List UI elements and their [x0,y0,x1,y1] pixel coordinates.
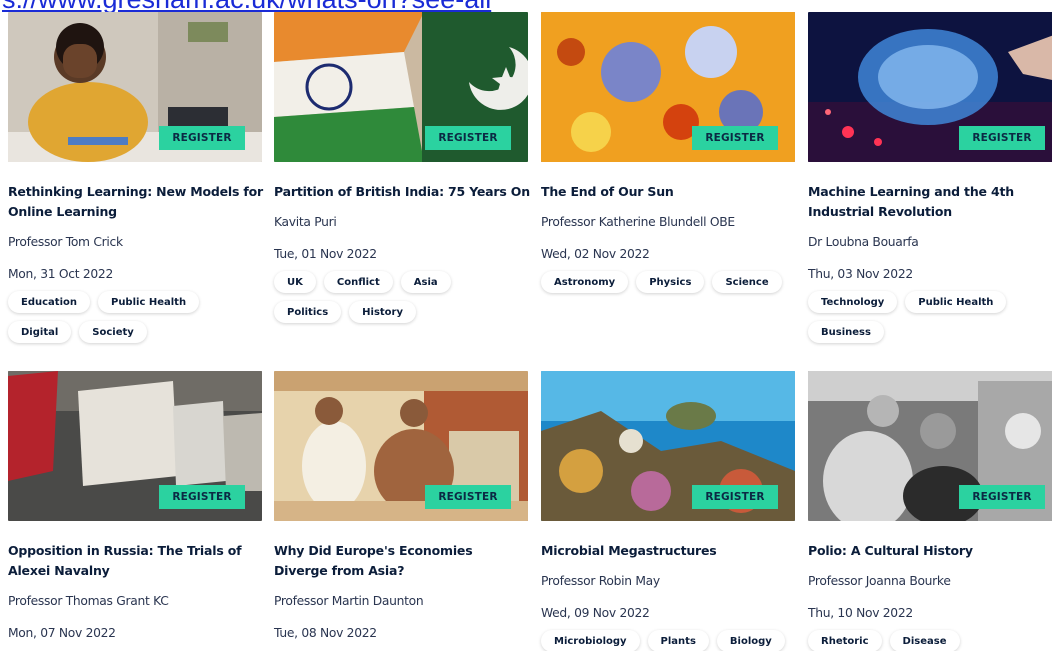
tag[interactable]: Plants [647,630,709,651]
tag[interactable]: Asia [400,271,451,293]
register-button[interactable]: REGISTER [959,485,1045,509]
tag[interactable]: Biology [716,630,785,651]
tag[interactable]: UK [274,271,316,293]
tag[interactable]: Astronomy [541,271,629,293]
tag[interactable]: History [349,301,417,323]
event-speaker: Professor Katherine Blundell OBE [541,215,735,229]
event-image-machine-learning[interactable]: REGISTER [808,12,1052,162]
event-image-online-learning[interactable]: REGISTER [8,12,262,162]
event-date: Wed, 09 Nov 2022 [541,606,650,620]
event-tags: Education Public Health Digital Society [8,291,258,343]
tag[interactable]: Education [8,291,90,313]
event-card: REGISTER Opposition in Russia: The Trial… [8,371,264,641]
tag[interactable]: Business [808,321,884,343]
event-date: Tue, 08 Nov 2022 [274,626,377,640]
event-card: REGISTER Polio: A Cultural History Profe… [808,371,1052,651]
tag[interactable]: Rhetoric [808,630,882,651]
register-button[interactable]: REGISTER [425,126,511,150]
event-tags: Astronomy Physics Science [541,271,791,293]
register-button[interactable]: REGISTER [692,126,778,150]
event-title[interactable]: Rethinking Learning: New Models for Onli… [8,182,264,222]
register-button[interactable]: REGISTER [159,126,245,150]
event-tags: Rhetoric Disease [808,630,1052,651]
event-title[interactable]: Microbial Megastructures [541,541,797,561]
event-image-sun[interactable]: REGISTER [541,12,795,162]
register-button[interactable]: REGISTER [692,485,778,509]
event-speaker: Professor Tom Crick [8,235,123,249]
tag[interactable]: Disease [889,630,960,651]
event-title[interactable]: Opposition in Russia: The Trials of Alex… [8,541,264,581]
tag[interactable]: Society [79,321,147,343]
event-tags: Microbiology Plants Biology [541,630,791,651]
event-title[interactable]: The End of Our Sun [541,182,797,202]
event-card: REGISTER The End of Our Sun Professor Ka… [541,12,797,293]
event-image-polio[interactable]: REGISTER [808,371,1052,521]
register-button[interactable]: REGISTER [959,126,1045,150]
event-date: Thu, 10 Nov 2022 [808,606,913,620]
tag[interactable]: Politics [274,301,342,323]
event-image-microbial[interactable]: REGISTER [541,371,795,521]
tag[interactable]: Microbiology [541,630,640,651]
event-card: REGISTER Rethinking Learning: New Models… [8,12,264,343]
event-title[interactable]: Machine Learning and the 4th Industrial … [808,182,1052,222]
events-grid: REGISTER Rethinking Learning: New Models… [0,0,1052,651]
tag[interactable]: Digital [8,321,72,343]
event-card: REGISTER Partition of British India: 75 … [274,12,530,323]
event-speaker: Professor Robin May [541,574,660,588]
register-button[interactable]: REGISTER [159,485,245,509]
event-title[interactable]: Polio: A Cultural History [808,541,1052,561]
event-date: Tue, 01 Nov 2022 [274,247,377,261]
event-date: Wed, 02 Nov 2022 [541,247,650,261]
tag[interactable]: Physics [636,271,705,293]
event-card: REGISTER Microbial Megastructures Profes… [541,371,797,651]
event-tags: UK Conflict Asia Politics History [274,271,524,323]
event-speaker: Kavita Puri [274,215,337,229]
event-speaker: Dr Loubna Bouarfa [808,235,919,249]
tag[interactable]: Conflict [323,271,393,293]
tag[interactable]: Technology [808,291,898,313]
event-date: Mon, 07 Nov 2022 [8,626,116,640]
event-speaker: Professor Martin Daunton [274,594,424,608]
event-speaker: Professor Joanna Bourke [808,574,951,588]
url-link[interactable]: s://www.gresham.ac.uk/whats-on?see-all [0,0,1052,12]
event-image-navalny[interactable]: REGISTER [8,371,262,521]
event-date: Thu, 03 Nov 2022 [808,267,913,281]
tag[interactable]: Public Health [97,291,200,313]
event-image-europe-asia[interactable]: REGISTER [274,371,528,521]
event-date: Mon, 31 Oct 2022 [8,267,113,281]
event-image-partition[interactable]: REGISTER [274,12,528,162]
event-card: REGISTER Why Did Europe's Economies Dive… [274,371,530,641]
event-speaker: Professor Thomas Grant KC [8,594,169,608]
event-title[interactable]: Why Did Europe's Economies Diverge from … [274,541,530,581]
tag[interactable]: Science [712,271,782,293]
event-card: REGISTER Machine Learning and the 4th In… [808,12,1052,343]
register-button[interactable]: REGISTER [425,485,511,509]
tag[interactable]: Public Health [905,291,1007,313]
event-title[interactable]: Partition of British India: 75 Years On [274,182,530,202]
event-tags: Technology Public Health Business [808,291,1052,343]
